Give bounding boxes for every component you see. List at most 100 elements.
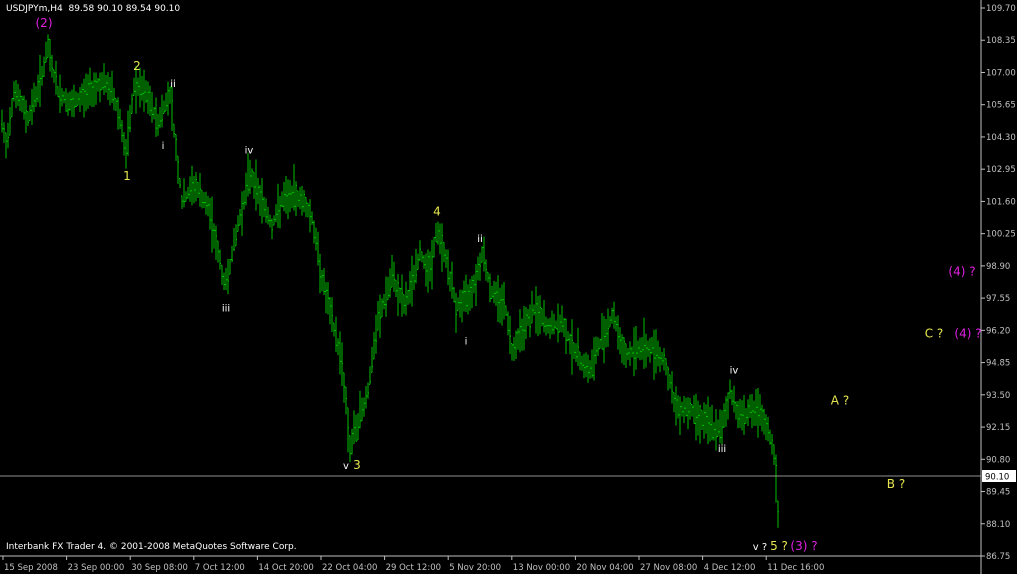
ohlc-bar: [549, 317, 551, 339]
ohlc-bar: [501, 284, 503, 326]
ohlc-bar: [509, 315, 511, 355]
ohlc-bar: [417, 253, 419, 271]
ohlc-bar: [559, 314, 561, 333]
ohlc-bar: [341, 342, 343, 387]
ohlc-bar: [577, 327, 579, 366]
ohlc-bar: [155, 97, 157, 137]
ohlc-bar: [179, 178, 181, 188]
ohlc-bar: [695, 393, 697, 441]
ohlc-bar: [157, 113, 159, 136]
ohlc-bar: [21, 95, 23, 113]
ohlc-bar: [71, 89, 73, 117]
price-chart[interactable]: 109.70 108.35 107.00 105.65 104.30 102.95 101.…: [0, 0, 1017, 574]
ohlc-bar: [671, 371, 673, 404]
ohlc-bar: [521, 318, 523, 351]
ohlc-bar: [539, 295, 541, 335]
ohlc-bar: [477, 256, 479, 281]
ohlc-bar: [11, 97, 13, 118]
ohlc-bar: [621, 334, 623, 364]
ohlc-bar: [769, 429, 771, 445]
ohlc-readout: 89.58 90.10 89.54 90.10: [68, 4, 181, 14]
wave-label: (4) ?: [954, 327, 981, 341]
ohlc-bar: [407, 289, 409, 305]
ohlc-bar: [173, 123, 175, 138]
ohlc-bar: [747, 399, 749, 427]
wave-label: 5 ?: [770, 539, 788, 553]
ohlc-bar: [585, 352, 587, 378]
ohlc-bar: [761, 404, 763, 432]
ohlc-bar: [737, 401, 739, 429]
ohlc-bar: [355, 414, 357, 442]
ohlc-bar: [567, 331, 569, 342]
ohlc-bar: [743, 395, 745, 435]
ohlc-bar: [213, 223, 215, 249]
ohlc-bar: [245, 172, 247, 206]
ohlc-bar: [765, 414, 767, 441]
time-tick-label: 13 Nov 00:00: [513, 563, 570, 573]
ohlc-bar: [45, 41, 47, 63]
ohlc-bar: [275, 204, 277, 223]
ohlc-bar: [615, 316, 617, 332]
ohlc-bar: [361, 397, 363, 422]
ohlc-bar: [99, 72, 101, 103]
ohlc-bar: [389, 268, 391, 298]
ohlc-bar: [291, 185, 293, 209]
ohlc-bar: [617, 315, 619, 350]
ohlc-bar: [335, 316, 337, 353]
ohlc-bar: [1, 109, 3, 133]
ohlc-bar: [197, 181, 199, 198]
ohlc-bar: [431, 239, 433, 290]
price-tick-label: 96.20: [986, 326, 1010, 336]
ohlc-bar: [631, 346, 633, 358]
ohlc-bar: [55, 60, 57, 95]
ohlc-bar: [227, 258, 229, 295]
ohlc-bar: [207, 195, 209, 217]
ohlc-bar: [325, 282, 327, 314]
ohlc-bar: [547, 318, 549, 334]
ohlc-bar: [763, 408, 765, 435]
ohlc-bar: [645, 333, 647, 368]
ohlc-bar: [497, 275, 499, 323]
ohlc-bar: [579, 351, 581, 371]
ohlc-bar: [507, 311, 509, 336]
ohlc-bar: [535, 286, 537, 334]
ohlc-bar: [731, 389, 733, 406]
ohlc-bar: [23, 95, 25, 120]
ohlc-bar: [199, 172, 201, 207]
ohlc-bar: [403, 294, 405, 314]
ohlc-bar: [209, 197, 211, 230]
ohlc-bar: [267, 206, 269, 225]
ohlc-bar: [493, 280, 495, 304]
ohlc-bar: [231, 245, 233, 263]
ohlc-bar: [105, 75, 107, 93]
ohlc-bar: [739, 398, 741, 428]
ohlc-bar: [721, 410, 723, 445]
ohlc-bar: [229, 259, 231, 275]
ohlc-bar: [297, 190, 299, 208]
ohlc-bar: [211, 196, 213, 253]
ohlc-bar: [571, 319, 573, 375]
time-tick-label: 27 Nov 08:00: [640, 563, 697, 573]
ohlc-bar: [279, 196, 281, 229]
ohlc-bar: [345, 386, 347, 415]
ohlc-bar: [465, 274, 467, 312]
ohlc-bar: [411, 255, 413, 307]
ohlc-bar: [97, 77, 99, 92]
price-tick-label: 104.30: [986, 133, 1016, 143]
ohlc-bar: [533, 304, 535, 316]
ohlc-bar: [655, 329, 657, 374]
ohlc-bar: [85, 73, 87, 112]
ohlc-bar: [723, 403, 725, 428]
price-tick-label: 90.80: [986, 455, 1010, 465]
ohlc-bar: [83, 78, 85, 118]
ohlc-bar: [25, 99, 27, 134]
ohlc-bar: [243, 190, 245, 210]
ohlc-bar: [377, 301, 379, 331]
ohlc-bar: [271, 218, 273, 240]
ohlc-bar: [565, 318, 567, 354]
ohlc-bar: [479, 252, 481, 281]
ohlc-bar: [691, 404, 693, 417]
price-tick-label: 89.45: [986, 488, 1010, 498]
copyright-text: Interbank FX Trader 4. © 2001-2008 MetaQ…: [6, 542, 297, 552]
ohlc-bar: [299, 186, 301, 210]
